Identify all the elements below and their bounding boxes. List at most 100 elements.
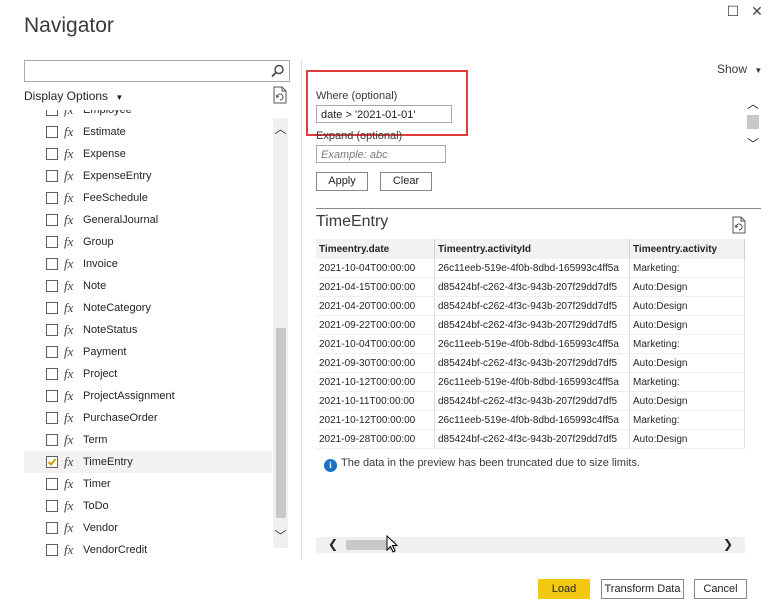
table-row: 2021-10-11T00:00:00 d85424bf-c262-4f3c-94… <box>316 391 745 411</box>
function-icon: fx <box>64 212 74 227</box>
list-item[interactable]: fx NoteStatus <box>24 319 272 341</box>
list-item[interactable]: fx Estimate <box>24 121 272 143</box>
restore-button[interactable]: ☐ <box>722 2 744 20</box>
table-cell: Auto:Design <box>629 353 745 373</box>
table-cell: d85424bf-c262-4f3c-943b-207f29dd7df5 <box>434 315 630 335</box>
checkbox[interactable] <box>46 236 58 248</box>
checkbox[interactable] <box>46 324 58 336</box>
refresh-icon[interactable] <box>272 86 288 104</box>
checkbox[interactable] <box>46 346 58 358</box>
checkbox[interactable] <box>46 412 58 424</box>
checkbox[interactable] <box>46 126 58 138</box>
search-icon[interactable] <box>270 63 286 79</box>
check-icon <box>47 458 57 466</box>
list-item[interactable]: fx GeneralJournal <box>24 209 272 231</box>
checkbox[interactable] <box>46 544 58 556</box>
table-cell: d85424bf-c262-4f3c-943b-207f29dd7df5 <box>434 353 630 373</box>
chevron-right-icon[interactable]: ❯ <box>723 537 733 551</box>
list-item[interactable]: fx Note <box>24 275 272 297</box>
checkbox[interactable] <box>46 478 58 490</box>
table-row: 2021-09-28T00:00:00 d85424bf-c262-4f3c-94… <box>316 429 745 449</box>
list-item-label: Project <box>83 368 118 380</box>
info-icon: i <box>324 459 337 472</box>
apply-button[interactable]: Apply <box>316 172 368 191</box>
checkbox[interactable] <box>46 390 58 402</box>
function-icon: fx <box>64 542 74 556</box>
checkbox[interactable] <box>46 170 58 182</box>
table-row: 2021-10-12T00:00:00 26c11eeb-519e-4f0b-8d… <box>316 372 745 392</box>
checkbox[interactable] <box>46 280 58 292</box>
close-button[interactable]: ✕ <box>746 2 768 20</box>
checkbox[interactable] <box>46 368 58 380</box>
list-item-label: PurchaseOrder <box>83 412 158 424</box>
chevron-down-icon[interactable]: ﹀ <box>273 527 288 544</box>
load-button[interactable]: Load <box>538 579 590 599</box>
table-cell: Auto:Design <box>629 315 745 335</box>
list-item[interactable]: fx Payment <box>24 341 272 363</box>
checkbox[interactable] <box>46 110 58 116</box>
checkbox[interactable] <box>46 522 58 534</box>
list-item-label: Vendor <box>83 522 118 534</box>
list-item[interactable]: fx Group <box>24 231 272 253</box>
checkbox[interactable] <box>46 214 58 226</box>
where-label: Where (optional) <box>316 90 398 102</box>
display-options-dropdown[interactable]: Display Options ▼ <box>24 89 123 103</box>
chevron-up-icon[interactable]: ︿ <box>745 95 761 112</box>
function-icon: fx <box>64 234 74 249</box>
scrollbar-thumb[interactable] <box>276 328 286 518</box>
search-input[interactable] <box>24 60 290 82</box>
column-header[interactable]: Timeentry.date <box>316 239 435 259</box>
function-icon: fx <box>64 454 74 469</box>
cancel-button[interactable]: Cancel <box>694 579 747 599</box>
checkbox[interactable] <box>46 258 58 270</box>
editor-scrollbar[interactable]: ︿ ﹀ <box>745 95 761 155</box>
list-item[interactable]: fx TimeEntry <box>24 451 272 473</box>
column-header[interactable]: Timeentry.activityId <box>434 239 630 259</box>
where-input[interactable]: date > '2021-01-01' <box>316 105 452 123</box>
list-item[interactable]: fx Project <box>24 363 272 385</box>
list-scrollbar[interactable]: ︿ ﹀ <box>273 118 288 548</box>
list-item-label: Group <box>83 236 114 248</box>
window-title: Navigator <box>24 14 114 37</box>
scrollbar-thumb[interactable] <box>747 115 759 129</box>
preview-horizontal-scrollbar[interactable]: ❮ ❯ <box>316 537 745 553</box>
list-item[interactable]: fx PurchaseOrder <box>24 407 272 429</box>
function-icon: fx <box>64 344 74 359</box>
list-item[interactable]: fx NoteCategory <box>24 297 272 319</box>
table-cell: 2021-10-11T00:00:00 <box>316 391 435 411</box>
expand-input[interactable]: Example: abc <box>316 145 446 163</box>
table-row: 2021-04-15T00:00:00 d85424bf-c262-4f3c-94… <box>316 277 745 297</box>
show-dropdown[interactable]: Show ▼ <box>717 62 762 76</box>
function-icon: fx <box>64 168 74 183</box>
table-cell: 2021-09-28T00:00:00 <box>316 429 435 449</box>
list-item[interactable]: fx Employee <box>24 110 272 121</box>
checkbox[interactable] <box>46 456 58 468</box>
list-item[interactable]: fx ToDo <box>24 495 272 517</box>
table-row: 2021-10-12T00:00:00 26c11eeb-519e-4f0b-8d… <box>316 410 745 430</box>
checkbox[interactable] <box>46 302 58 314</box>
checkbox[interactable] <box>46 192 58 204</box>
list-item[interactable]: fx Vendor <box>24 517 272 539</box>
list-item[interactable]: fx VendorCredit <box>24 539 272 556</box>
list-item[interactable]: fx ProjectAssignment <box>24 385 272 407</box>
transform-data-button[interactable]: Transform Data <box>601 579 684 599</box>
checkbox[interactable] <box>46 500 58 512</box>
list-item[interactable]: fx FeeSchedule <box>24 187 272 209</box>
search-field[interactable] <box>27 61 271 81</box>
chevron-down-icon[interactable]: ﹀ <box>745 135 761 152</box>
table-cell: Auto:Design <box>629 277 745 297</box>
list-item[interactable]: fx Term <box>24 429 272 451</box>
checkbox[interactable] <box>46 434 58 446</box>
refresh-preview-icon[interactable] <box>731 216 747 234</box>
table-row: 2021-04-20T00:00:00 d85424bf-c262-4f3c-94… <box>316 296 745 316</box>
list-item[interactable]: fx Timer <box>24 473 272 495</box>
list-item[interactable]: fx Expense <box>24 143 272 165</box>
clear-button[interactable]: Clear <box>380 172 432 191</box>
chevron-up-icon[interactable]: ︿ <box>273 120 288 137</box>
function-icon: fx <box>64 110 73 121</box>
column-header[interactable]: Timeentry.activity <box>629 239 745 259</box>
list-item[interactable]: fx Invoice <box>24 253 272 275</box>
list-item[interactable]: fx ExpenseEntry <box>24 165 272 187</box>
chevron-left-icon[interactable]: ❮ <box>328 537 338 551</box>
checkbox[interactable] <box>46 148 58 160</box>
